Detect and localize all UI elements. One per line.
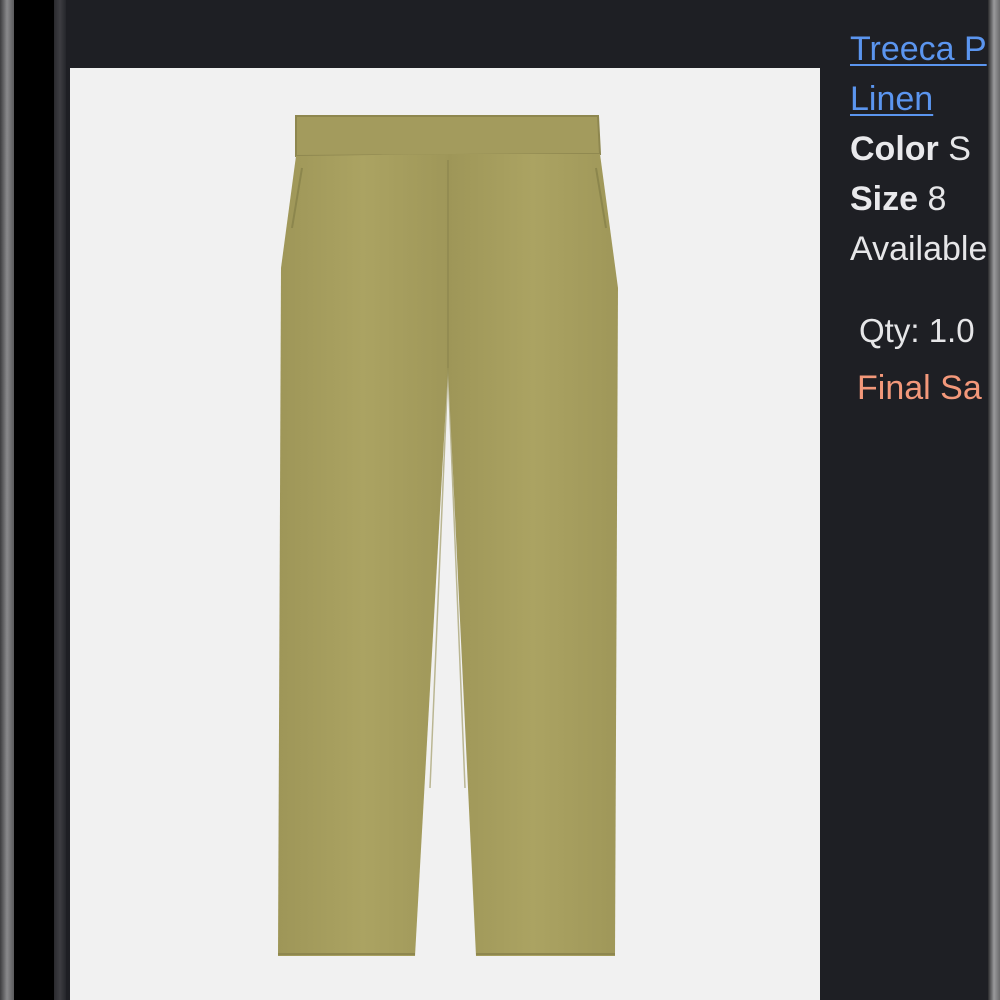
color-row: Color S — [850, 124, 988, 174]
size-row: Size 8 — [850, 174, 988, 224]
screen-edge — [14, 0, 54, 1000]
color-value: S — [948, 130, 971, 168]
color-label: Color — [850, 130, 939, 168]
product-details: Treeca P Linen Color S Size 8 Available … — [850, 24, 988, 1000]
size-value: 8 — [927, 180, 947, 218]
qty-row: Qty: 1.0 — [850, 306, 988, 356]
product-name-link-line2[interactable]: Linen — [850, 74, 988, 124]
product-name-link-line1[interactable]: Treeca P — [850, 24, 988, 74]
availability-text: Available — [850, 230, 988, 268]
device-bezel-right — [988, 0, 1000, 1000]
final-sale-notice: Final Sa — [857, 369, 982, 407]
device-bezel-left — [0, 0, 14, 1000]
size-label: Size — [850, 180, 919, 218]
qty-value: 1.0 — [928, 312, 975, 349]
qty-label: Qty: — [859, 312, 920, 349]
pants-image — [278, 115, 618, 956]
product-image[interactable] — [70, 68, 820, 1000]
panel-divider — [54, 0, 66, 1000]
